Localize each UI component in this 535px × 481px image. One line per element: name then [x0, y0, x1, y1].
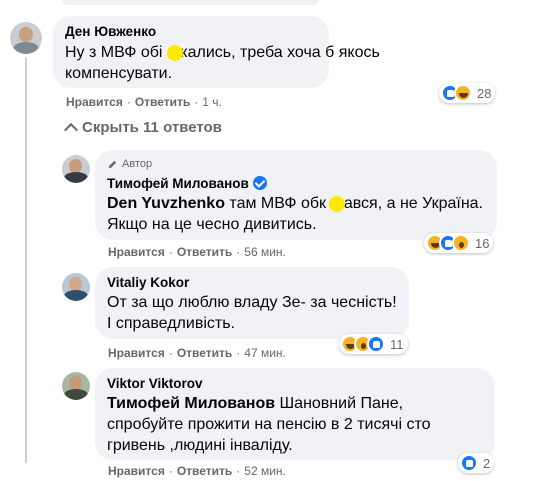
reaction-summary[interactable]: 11 [339, 334, 408, 354]
separator: · [194, 95, 199, 109]
thread-line [25, 58, 27, 463]
like-link[interactable]: Нравится [66, 95, 123, 109]
reaction-count: 11 [390, 336, 404, 352]
avatar[interactable] [62, 273, 90, 301]
reaction-count: 16 [475, 235, 490, 251]
reaction-count: 28 [477, 85, 492, 101]
comment-bubble: Viktor Viktorov Тимофей Милованов Шановн… [95, 368, 495, 460]
avatar[interactable] [10, 22, 42, 54]
comment-text-line: Тимофей Милованов Шановний Пане, [107, 393, 403, 414]
comment-author[interactable]: Ден Ювженко [65, 23, 156, 40]
separator: · [168, 346, 173, 360]
comment-text-line: От за що люблю владу Зе- за чесність! [107, 294, 397, 311]
comment-text-line: компенсувати. [65, 65, 173, 82]
author-badge: Автор [107, 157, 152, 171]
comment-text-rest: Шановний Пане, [275, 395, 404, 412]
mention-link[interactable]: Тимофей Милованов [107, 395, 275, 412]
separator: · [168, 245, 173, 259]
verified-badge-icon [252, 176, 267, 190]
collapse-replies-button[interactable]: Скрыть 11 ответов [63, 119, 222, 138]
avatar[interactable] [62, 155, 90, 183]
like-reaction-icon [367, 335, 385, 353]
wow-reaction-icon [452, 234, 470, 252]
previous-comment-bubble-edge [60, 0, 320, 5]
separator: · [168, 464, 173, 478]
reaction-summary[interactable]: 2 [458, 453, 495, 473]
comment-time[interactable]: 1 ч. [202, 95, 222, 109]
like-link[interactable]: Нравится [108, 346, 165, 360]
comment-author[interactable]: Vitaliy Kokor [107, 274, 189, 291]
author-badge-label: Автор [122, 158, 153, 170]
comment-actions: Нравится · Ответить · 56 мин. [108, 245, 286, 259]
avatar[interactable] [62, 372, 90, 400]
like-link[interactable]: Нравится [108, 245, 165, 259]
comment-author-name: Тимофей Милованов [107, 176, 249, 191]
comment-text-line: І справедливість. [107, 315, 235, 332]
mention-link[interactable]: Den Yuvzhenko [107, 195, 225, 212]
comment-text-line: Ну з МВФ обі кались, треба хоча б якось [65, 44, 380, 61]
reaction-count: 2 [483, 455, 491, 471]
separator: · [126, 95, 131, 109]
chevron-up-icon [63, 122, 79, 138]
comment-author[interactable]: Viktor Viktorov [107, 375, 203, 392]
comment-actions: Нравится · Ответить · 1 ч. [66, 95, 222, 109]
comment-bubble: Ден Ювженко Ну з МВФ обі кались, треба х… [53, 16, 380, 88]
comment-text-line: Den Yuvzhenko там МВФ обк ався, а не Укр… [107, 193, 483, 214]
comment-actions: Нравится · Ответить · 47 мин. [108, 346, 286, 360]
like-reaction-icon [460, 454, 478, 472]
separator: · [236, 464, 241, 478]
haha-reaction-icon [454, 84, 472, 102]
comment-time[interactable]: 52 мин. [244, 464, 286, 478]
comment-text-line: Якщо на це чесно дивитись. [107, 216, 317, 233]
comment-text-line: спробуйте прожити на пенсію в 2 тисячі с… [107, 416, 431, 433]
separator: · [236, 346, 241, 360]
like-link[interactable]: Нравится [108, 464, 165, 478]
pen-icon [108, 160, 117, 168]
reaction-summary[interactable]: 16 [424, 233, 494, 253]
highlight-mark [329, 196, 345, 212]
comment-time[interactable]: 47 мин. [244, 346, 286, 360]
comment-time[interactable]: 56 мин. [244, 245, 286, 259]
highlight-mark [167, 45, 183, 61]
reaction-summary[interactable]: 28 [439, 83, 496, 103]
separator: · [236, 245, 241, 259]
comment-author[interactable]: Тимофей Милованов [107, 175, 267, 192]
comment-text-line: гривень ,людині інваліду. [107, 437, 293, 454]
previous-comment-actions [0, 0, 535, 8]
collapse-replies-label: Скрыть 11 ответов [82, 119, 222, 136]
comment-text-rest: там МВФ обк ався, а не Україна. [224, 195, 483, 212]
reply-link[interactable]: Ответить [177, 464, 232, 478]
reply-link[interactable]: Ответить [135, 95, 190, 109]
comment-actions: Нравится · Ответить · 52 мин. [108, 464, 286, 478]
reply-link[interactable]: Ответить [177, 346, 232, 360]
reply-link[interactable]: Ответить [177, 245, 232, 259]
comment-bubble: Автор Тимофей Милованов Den Yuvzhenko та… [95, 150, 497, 240]
comment-bubble: Vitaliy Kokor От за що люблю владу Зе- з… [95, 267, 409, 339]
